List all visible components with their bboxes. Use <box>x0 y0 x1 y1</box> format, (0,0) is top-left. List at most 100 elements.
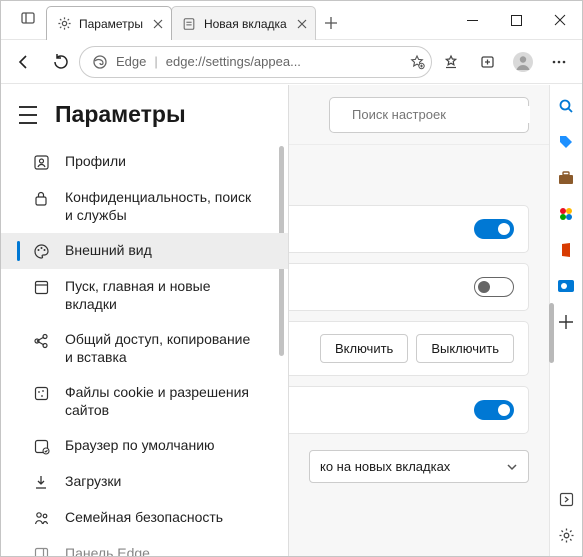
back-button[interactable] <box>7 45 41 79</box>
nav-item-profiles[interactable]: Профили <box>1 144 288 180</box>
outlook-icon <box>558 279 574 293</box>
tab-newtab[interactable]: Новая вкладка <box>171 6 316 40</box>
tab-label: Параметры <box>79 17 143 31</box>
sidebar-office-button[interactable] <box>557 241 575 259</box>
star-list-icon <box>442 53 460 71</box>
nav-label: Панель Edge <box>65 545 150 557</box>
nav-item-privacy[interactable]: Конфиденциальность, поиск и службы <box>1 180 288 233</box>
sidebar-add-button[interactable] <box>557 313 575 331</box>
tag-icon <box>558 134 574 150</box>
settings-menu-button[interactable] <box>19 106 41 124</box>
nav-item-cookies[interactable]: Файлы cookie и разрешения сайтов <box>1 375 288 428</box>
sidebar-tools-button[interactable] <box>557 169 575 187</box>
minimize-icon <box>467 15 478 26</box>
tab-close-button[interactable] <box>293 15 311 33</box>
nav-item-default-browser[interactable]: Браузер по умолчанию <box>1 428 288 464</box>
appearance-icon <box>33 243 51 260</box>
page-icon <box>182 17 198 31</box>
nav-item-family[interactable]: Семейная безопасность <box>1 500 288 536</box>
toggle-2[interactable] <box>474 277 514 297</box>
minimize-button[interactable] <box>450 1 494 39</box>
star-plus-icon <box>409 54 425 70</box>
nav-item-appearance[interactable]: Внешний вид <box>1 233 288 269</box>
profile-icon <box>33 154 51 171</box>
nav-label: Конфиденциальность, поиск и службы <box>65 189 260 224</box>
edge-bar-icon <box>33 546 51 557</box>
lock-icon <box>33 190 51 207</box>
nav-label: Внешний вид <box>65 242 152 260</box>
window-drag-region[interactable] <box>1 1 10 39</box>
games-icon <box>558 206 574 222</box>
gear-icon <box>558 527 575 544</box>
app-menu-button[interactable] <box>542 45 576 79</box>
cookie-icon <box>33 385 51 402</box>
tab-close-button[interactable] <box>149 15 167 33</box>
dropdown-value: ко на новых вкладках <box>320 459 450 474</box>
sidebar-collapse-button[interactable] <box>557 490 575 508</box>
sidebar-outlook-button[interactable] <box>557 277 575 295</box>
collections-icon <box>479 53 496 70</box>
setting-dropdown[interactable]: ко на новых вкладках <box>309 450 529 483</box>
more-icon <box>551 54 567 70</box>
address-bar[interactable]: Edge | edge://settings/appea... <box>79 46 432 78</box>
default-browser-icon <box>33 438 51 455</box>
search-icon <box>558 98 574 114</box>
toggle-3[interactable] <box>474 400 514 420</box>
download-icon <box>33 474 51 491</box>
plus-icon <box>324 16 338 30</box>
nav-label: Файлы cookie и разрешения сайтов <box>65 384 260 419</box>
start-icon <box>33 279 51 296</box>
tab-actions-button[interactable] <box>10 1 46 35</box>
nav-item-downloads[interactable]: Загрузки <box>1 464 288 500</box>
sidebar-settings-button[interactable] <box>557 526 575 544</box>
page-scrollbar[interactable] <box>549 303 554 363</box>
settings-nav-header: Параметры <box>1 85 288 138</box>
close-icon <box>297 19 307 29</box>
family-icon <box>33 510 51 526</box>
tab-settings[interactable]: Параметры <box>46 6 172 40</box>
share-icon <box>33 332 51 349</box>
address-separator: | <box>154 54 157 69</box>
close-icon <box>554 14 566 26</box>
gear-icon <box>57 16 73 31</box>
new-tab-button[interactable] <box>315 6 347 39</box>
address-url: edge://settings/appea... <box>166 54 401 69</box>
browser-window: Параметры Новая вкладка Edge | edge://se… <box>0 0 583 557</box>
edge-icon <box>92 54 108 70</box>
nav-label: Семейная безопасность <box>65 509 223 527</box>
reload-button[interactable] <box>43 45 77 79</box>
nav-label: Профили <box>65 153 126 171</box>
reload-icon <box>52 53 69 70</box>
close-window-button[interactable] <box>538 1 582 39</box>
toolbar: Edge | edge://settings/appea... <box>1 40 582 84</box>
nav-label: Пуск, главная и новые вкладки <box>65 278 260 313</box>
enable-button[interactable]: Включить <box>320 334 408 363</box>
address-brand: Edge <box>116 54 146 69</box>
toggle-1[interactable] <box>474 219 514 239</box>
add-favorite-button[interactable] <box>409 54 425 70</box>
settings-search-input[interactable] <box>350 106 530 123</box>
settings-search[interactable] <box>329 97 529 133</box>
nav-item-edge-bar[interactable]: Панель Edge <box>1 536 288 557</box>
collapse-icon <box>559 492 574 507</box>
nav-item-share[interactable]: Общий доступ, копирование и вставка <box>1 322 288 375</box>
sidebar-shopping-button[interactable] <box>557 133 575 151</box>
tab-actions-icon <box>20 10 36 26</box>
sidebar-games-button[interactable] <box>557 205 575 223</box>
settings-title: Параметры <box>55 101 186 128</box>
avatar-icon <box>512 51 534 73</box>
maximize-icon <box>511 15 522 26</box>
sidebar-search-button[interactable] <box>557 97 575 115</box>
office-icon <box>559 242 573 258</box>
maximize-button[interactable] <box>494 1 538 39</box>
tab-label: Новая вкладка <box>204 17 287 31</box>
settings-nav-list: Профили Конфиденциальность, поиск и служ… <box>1 144 288 556</box>
disable-button[interactable]: Выключить <box>416 334 514 363</box>
nav-item-start[interactable]: Пуск, главная и новые вкладки <box>1 269 288 322</box>
profile-button[interactable] <box>506 45 540 79</box>
favorites-button[interactable] <box>434 45 468 79</box>
briefcase-icon <box>558 171 574 185</box>
collections-button[interactable] <box>470 45 504 79</box>
titlebar: Параметры Новая вкладка <box>1 1 582 40</box>
arrow-left-icon <box>15 53 33 71</box>
